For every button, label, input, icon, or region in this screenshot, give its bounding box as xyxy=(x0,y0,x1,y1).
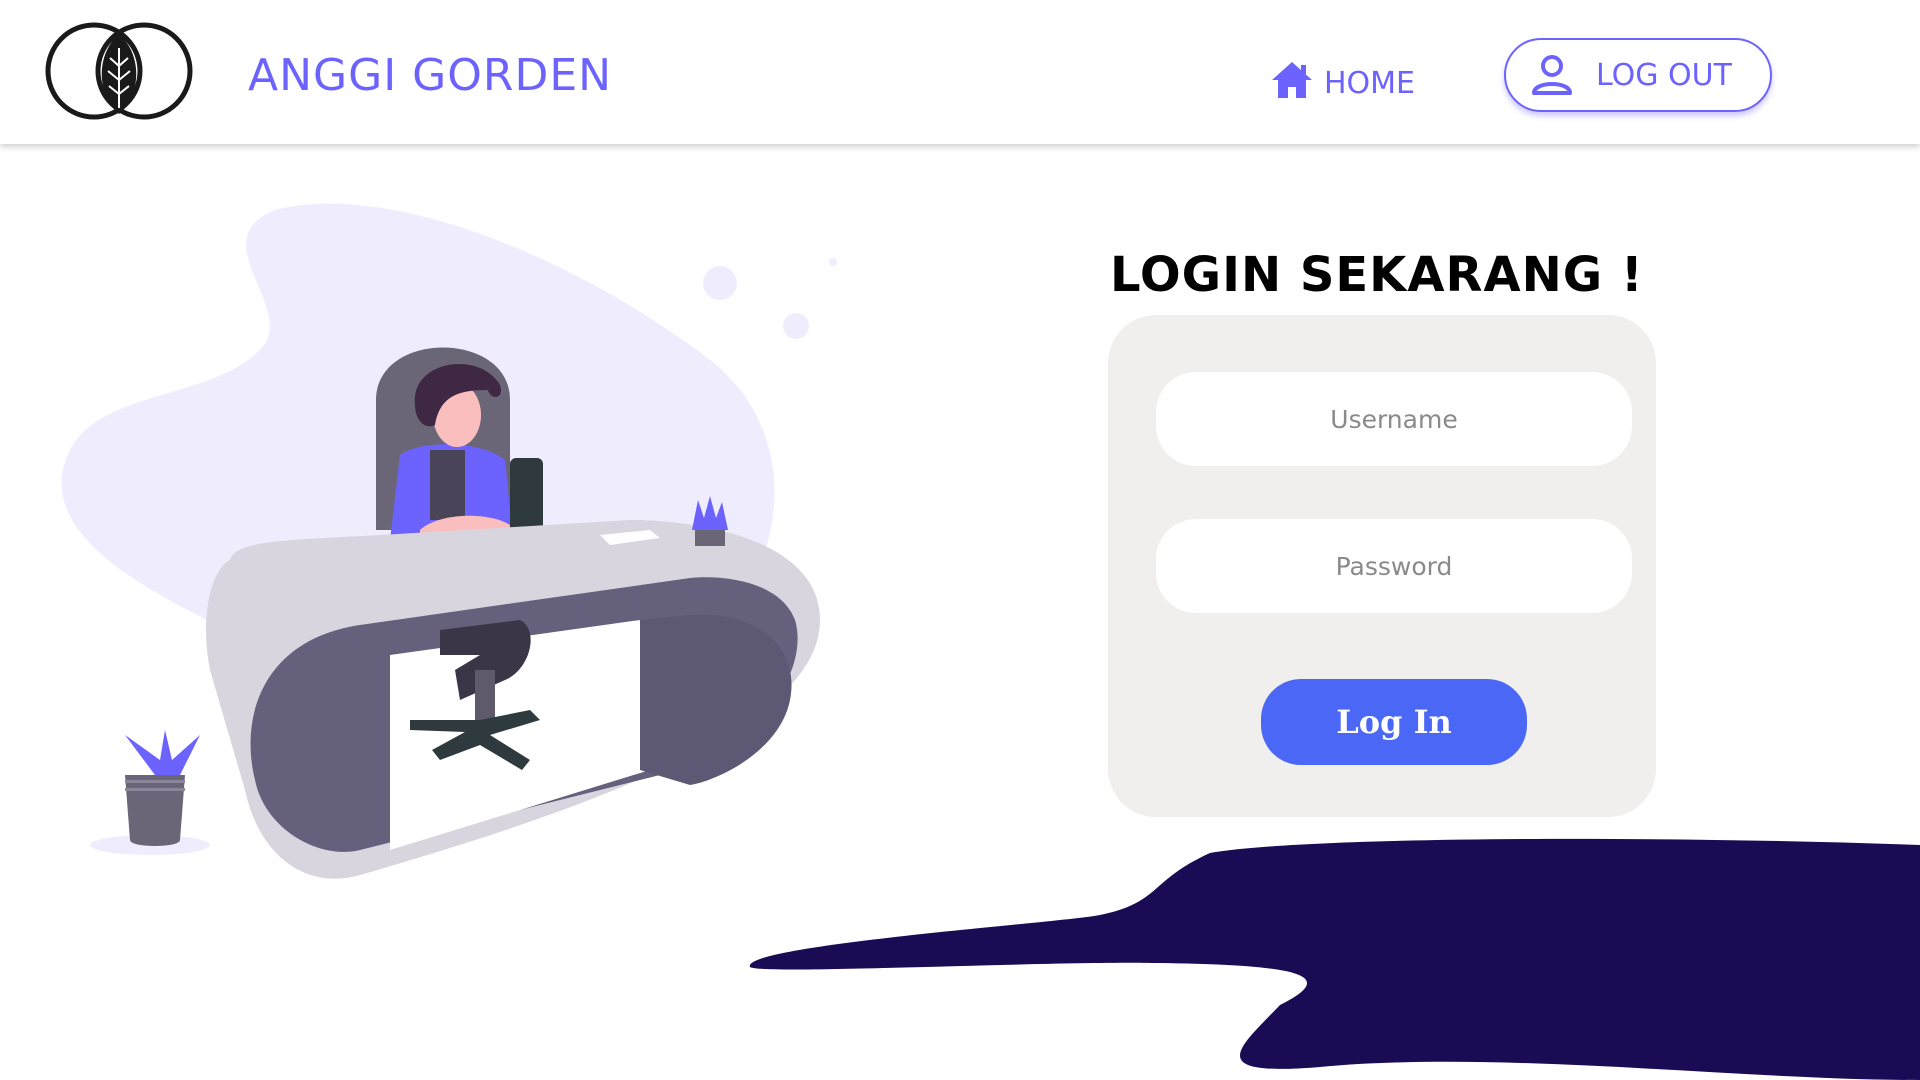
user-icon xyxy=(1532,55,1572,95)
brand-logo xyxy=(45,22,193,120)
nav-home-label: HOME xyxy=(1324,66,1416,101)
trash-bin xyxy=(125,775,185,846)
login-form-card: Log In xyxy=(1108,315,1656,817)
login-button[interactable]: Log In xyxy=(1261,679,1527,765)
decorative-wave xyxy=(749,838,1920,1080)
password-input[interactable] xyxy=(1156,519,1632,613)
top-navbar: ANGGI GORDEN HOME LOG OUT xyxy=(0,0,1920,144)
dot xyxy=(829,258,837,266)
home-icon xyxy=(1272,61,1312,98)
bin-plant xyxy=(125,730,200,775)
username-input[interactable] xyxy=(1156,372,1632,466)
login-page: ANGGI GORDEN HOME LOG OUT LOGIN SEKARANG… xyxy=(0,0,1920,1080)
dot xyxy=(783,313,809,339)
login-title: LOGIN SEKARANG ! xyxy=(1110,247,1644,304)
office-desk-illustration xyxy=(61,203,837,879)
logout-button[interactable]: LOG OUT xyxy=(1504,38,1772,112)
desk-panel xyxy=(640,614,792,785)
dot xyxy=(703,266,737,300)
brand-name: ANGGI GORDEN xyxy=(248,50,613,101)
nav-home-link[interactable]: HOME xyxy=(1270,58,1415,101)
logout-label: LOG OUT xyxy=(1596,57,1732,93)
